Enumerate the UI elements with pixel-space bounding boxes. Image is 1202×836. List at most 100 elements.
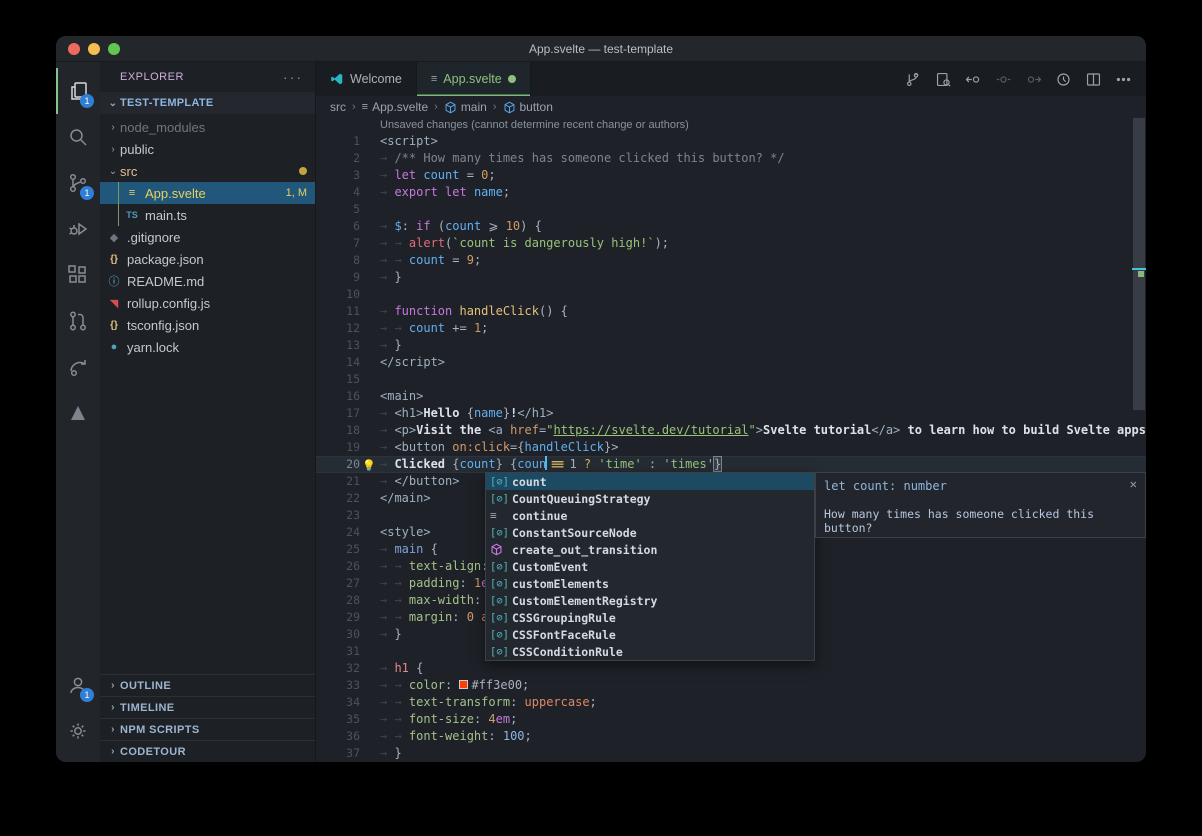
suggest-item-cssgroupingrule[interactable]: [⊘]CSSGroupingRule [486, 609, 814, 626]
breadcrumb-item-button[interactable]: button [503, 100, 553, 114]
code-line-34[interactable]: 34→ → text-transform: uppercase; [316, 694, 1146, 711]
explorer-more-actions-icon[interactable]: ··· [283, 69, 303, 85]
file-label: README.md [127, 274, 204, 289]
breadcrumb-item-main[interactable]: main [444, 100, 487, 114]
code-line-32[interactable]: 32→ h1 { [316, 660, 1146, 677]
code-line-8[interactable]: 8 → → count = 9; [316, 252, 1146, 269]
code-line-5[interactable]: 5 [316, 201, 1146, 218]
github-pr-icon[interactable] [56, 298, 100, 344]
open-preview-icon[interactable] [930, 66, 956, 92]
suggest-item-countqueuingstrategy[interactable]: [⊘]CountQueuingStrategy [486, 490, 814, 507]
file-tree-item-yarn-lock[interactable]: ●yarn.lock [100, 336, 315, 358]
code-line-10[interactable]: 10 [316, 286, 1146, 303]
svelte-file-icon: ≡ [124, 187, 140, 199]
file-tree-item--gitignore[interactable]: ◆.gitignore [100, 226, 315, 248]
compare-changes-icon[interactable] [900, 66, 926, 92]
section-outline[interactable]: ›OUTLINE [100, 674, 315, 696]
code-line-35[interactable]: 35→ → font-size: 4em; [316, 711, 1146, 728]
code-line-4[interactable]: 4→ export let name; [316, 184, 1146, 201]
file-tree-item-main-ts[interactable]: TSmain.ts [100, 204, 315, 226]
code-line-37[interactable]: 37→ } [316, 745, 1146, 762]
accounts-icon[interactable]: 1 [56, 662, 100, 708]
file-tree-item-rollup-config-js[interactable]: ◥rollup.config.js [100, 292, 315, 314]
suggest-item-label: count [512, 475, 547, 489]
code-line-9[interactable]: 9→ } [316, 269, 1146, 286]
project-root-row[interactable]: ⌄ TEST-TEMPLATE [100, 92, 315, 114]
code-line-14[interactable]: 14</script> [316, 354, 1146, 371]
code-line-20[interactable]: 20💡→ Clicked {count} {coun≡1 ? 'time' : … [316, 456, 1146, 473]
previous-change-icon[interactable] [960, 66, 986, 92]
code-area[interactable]: Unsaved changes (cannot determine recent… [316, 118, 1146, 762]
explorer-icon[interactable]: 1 [56, 68, 100, 114]
suggest-item-cssfontfacerule[interactable]: [⊘]CSSFontFaceRule [486, 626, 814, 643]
suggest-item-customevent[interactable]: [⊘]CustomEvent [486, 558, 814, 575]
code-line-6[interactable]: 6→ $: if (count ⩾ 10) { [316, 218, 1146, 235]
code-line-7[interactable]: 7→ → alert(`count is dangerously high!`)… [316, 235, 1146, 252]
suggest-item-create_out_transition[interactable]: create_out_transition [486, 541, 814, 558]
section-npm-scripts[interactable]: ›NPM SCRIPTS [100, 718, 315, 740]
code-line-13[interactable]: 13→ } [316, 337, 1146, 354]
suggest-item-customelementregistry[interactable]: [⊘]CustomElementRegistry [486, 592, 814, 609]
search-icon[interactable] [56, 114, 100, 160]
suggest-item-customelements[interactable]: [⊘]customElements [486, 575, 814, 592]
code-line-3[interactable]: 3→ let count = 0; [316, 167, 1146, 184]
close-icon[interactable]: ✕ [1130, 477, 1137, 491]
run-debug-icon[interactable] [56, 206, 100, 252]
code-line-2[interactable]: 2→ /** How many times has someone clicke… [316, 150, 1146, 167]
scrollbar-slider[interactable] [1133, 118, 1145, 410]
breadcrumb-item-src[interactable]: src [330, 100, 346, 114]
code-line-15[interactable]: 15 [316, 371, 1146, 388]
code-line-17[interactable]: 17→ <h1>Hello {name}!</h1> [316, 405, 1146, 422]
code-line-33[interactable]: 33→ → color: #ff3e00; [316, 677, 1146, 694]
file-history-icon[interactable] [1050, 66, 1076, 92]
code-line-11[interactable]: 11→ function handleClick() { [316, 303, 1146, 320]
suggest-item-count[interactable]: [⊘]count [486, 473, 814, 490]
section-timeline[interactable]: ›TIMELINE [100, 696, 315, 718]
suggestion-doc: How many times has someone clicked this … [824, 507, 1137, 535]
editor-scrollbar[interactable] [1132, 118, 1146, 762]
file-tree: ›node_modules›public⌄src≡App.svelte1, MT… [100, 114, 315, 674]
next-change-icon[interactable] [1020, 66, 1046, 92]
breadcrumb-item-app-svelte[interactable]: ≡App.svelte [362, 100, 428, 114]
code-line-12[interactable]: 12→ → count += 1; [316, 320, 1146, 337]
line-number: 7 [316, 235, 360, 252]
split-editor-icon[interactable] [1080, 66, 1106, 92]
file-tree-item-node-modules[interactable]: ›node_modules [100, 116, 315, 138]
code-line-36[interactable]: 36→ → font-weight: 100; [316, 728, 1146, 745]
file-tree-item-app-svelte[interactable]: ≡App.svelte1, M [100, 182, 315, 204]
line-number: 5 [316, 201, 360, 218]
line-content: </script> [380, 354, 445, 371]
suggest-item-cssconditionrule[interactable]: [⊘]CSSConditionRule [486, 643, 814, 660]
line-number: 8 [316, 252, 360, 269]
suggest-item-constantsourcenode[interactable]: [⊘]ConstantSourceNode [486, 524, 814, 541]
file-tree-item-src[interactable]: ⌄src [100, 160, 315, 182]
code-line-16[interactable]: 16<main> [316, 388, 1146, 405]
lightbulb-icon[interactable]: 💡 [362, 457, 376, 474]
code-line-18[interactable]: 18→ <p>Visit the <a href="https://svelte… [316, 422, 1146, 439]
suggest-item-continue[interactable]: ≡continue [486, 507, 814, 524]
file-tree-item-tsconfig-json[interactable]: {}tsconfig.json [100, 314, 315, 336]
code-line-19[interactable]: 19→ <button on:click={handleClick}> [316, 439, 1146, 456]
source-control-icon[interactable]: 1 [56, 160, 100, 206]
extensions-icon[interactable] [56, 252, 100, 298]
line-number: 30 [316, 626, 360, 643]
line-content: → } [380, 745, 402, 762]
line-content: → </button> [380, 473, 459, 490]
modified-dot-icon[interactable] [508, 75, 516, 83]
live-share-icon[interactable] [56, 344, 100, 390]
azure-icon[interactable] [56, 390, 100, 436]
file-label: src [120, 164, 137, 179]
line-content: → → count = 9; [380, 252, 481, 269]
file-tree-item-readme-md[interactable]: ⓘREADME.md [100, 270, 315, 292]
tab-welcome[interactable]: Welcome [316, 62, 417, 96]
settings-gear-icon[interactable] [56, 708, 100, 754]
file-tree-item-public[interactable]: ›public [100, 138, 315, 160]
change-marker-icon[interactable] [990, 66, 1016, 92]
section-codetour[interactable]: ›CODETOUR [100, 740, 315, 762]
code-line-1[interactable]: 1<script> [316, 133, 1146, 150]
symbol-variable-icon: [⊘] [490, 561, 512, 573]
line-content: → } [380, 337, 402, 354]
tab-app-svelte[interactable]: ≡ App.svelte [417, 62, 531, 96]
file-tree-item-package-json[interactable]: {}package.json [100, 248, 315, 270]
more-actions-icon[interactable] [1110, 66, 1136, 92]
